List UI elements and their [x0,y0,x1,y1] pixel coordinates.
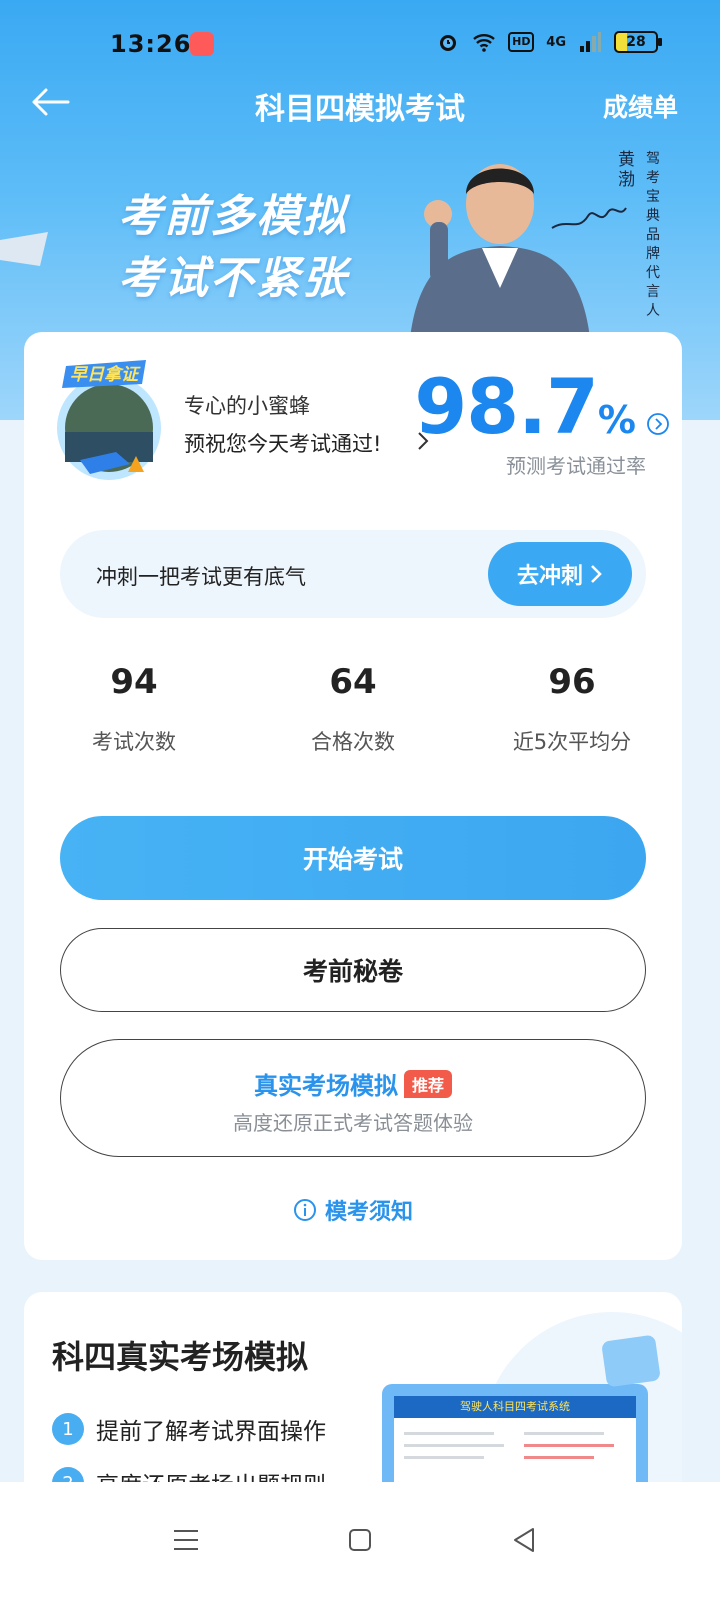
banner-slogan: 考前多模拟 考试不紧张 [118,186,348,310]
pass-rate-value[interactable]: 98.7% [414,362,636,451]
screen-line [404,1444,504,1447]
endorser-name: 黄渤 [618,150,635,190]
feature-item: 1 提前了解考试界面操作 [52,1412,326,1446]
network-label: 4G [546,34,566,50]
slogan-line-1: 考前多模拟 [118,191,348,242]
info-icon [293,1199,316,1221]
user-nickname: 专心的小蜜蜂 [184,394,310,418]
chevron-right-icon [591,565,602,583]
pass-rate-unit: % [597,398,636,442]
back-triangle-icon[interactable] [506,1522,542,1558]
stat-exam-count: 94 考试次数 [24,662,244,756]
wifi-icon [473,34,496,52]
stat-label: 考试次数 [92,730,176,754]
sprint-text: 冲刺一把考试更有底气 [96,565,306,589]
user-avatar[interactable]: 早日拿证 [46,360,172,486]
alarm-icon [440,35,457,51]
real-exam-title: 真实考场模拟 [253,1072,398,1100]
feature-text: 提前了解考试界面操作 [96,1419,326,1445]
real-exam-title-row: 真实考场模拟 推荐 [61,1066,645,1101]
system-navigation-bar [0,1482,720,1600]
stat-pass-count: 64 合格次数 [243,662,463,756]
screen-line [524,1432,604,1435]
screen-line [404,1432,494,1435]
checkmark-icon [601,1334,661,1388]
screen-title: 驾驶人科目四考试系统 [394,1396,636,1418]
home-square-icon[interactable] [342,1522,378,1558]
navigation-bar: 科目四模拟考试 成绩单 [0,70,720,134]
exam-notice-label: 模考须知 [324,1200,413,1225]
battery-icon: 28 [614,31,662,53]
real-exam-intro-card: 科四真实考场模拟 1 提前了解考试界面操作 2 高度还原考场出题规则 驾驶人科目… [24,1292,682,1512]
exam-stats: 94 考试次数 64 合格次数 96 近5次平均分 [24,662,682,772]
recommend-badge: 推荐 [403,1069,452,1098]
exam-summary-card: 早日拿证 专心的小蜜蜂 预祝您今天考试通过! 98.7% 预测考试通过率 冲刺一… [24,332,682,1260]
menu-icon[interactable] [168,1522,204,1558]
real-exam-simulation-button[interactable]: 真实考场模拟 推荐 高度还原正式考试答题体验 [60,1039,646,1157]
exam-notice-link[interactable]: 模考须知 [24,1194,682,1226]
status-time: 13:26 [110,30,192,58]
report-card-link[interactable]: 成绩单 [603,88,678,124]
sprint-banner: 冲刺一把考试更有底气 去冲刺 [60,530,646,618]
stat-average-score: 96 近5次平均分 [462,662,682,756]
real-exam-subtitle: 高度还原正式考试答题体验 [233,1111,473,1135]
secret-paper-button[interactable]: 考前秘卷 [60,928,646,1012]
stat-label: 近5次平均分 [512,730,632,754]
pass-rate-label: 预测考试通过率 [506,454,646,478]
app-notification-icon [190,32,214,56]
screen-line [404,1456,484,1459]
exam-wish-text[interactable]: 预祝您今天考试通过! [184,428,381,458]
signal-icon [580,32,601,52]
screen-line [524,1444,614,1447]
endorser-role: 驾考宝典品牌代言人 [646,151,660,319]
slogan-line-2: 考试不紧张 [118,253,348,304]
hd-icon: HD [508,32,535,52]
paper-decoration [0,232,48,266]
stat-value: 94 [110,662,158,702]
start-exam-button[interactable]: 开始考试 [60,816,646,900]
status-icons: HD 4G 28 [436,30,662,54]
endorser-photo [410,164,590,338]
screen-line [524,1456,594,1459]
stat-value: 96 [548,662,596,702]
signature-icon [551,207,627,229]
stat-label: 合格次数 [311,730,395,754]
stat-value: 64 [329,662,377,702]
pass-rate-number: 98.7 [414,362,599,451]
sprint-button-label: 去冲刺 [516,564,583,589]
sprint-button[interactable]: 去冲刺 [488,542,632,606]
avatar-badge-text: 早日拿证 [70,364,141,385]
feature-number: 1 [52,1413,84,1445]
section-title: 科四真实考场模拟 [52,1338,309,1376]
chevron-circle-right-icon[interactable] [646,412,670,436]
